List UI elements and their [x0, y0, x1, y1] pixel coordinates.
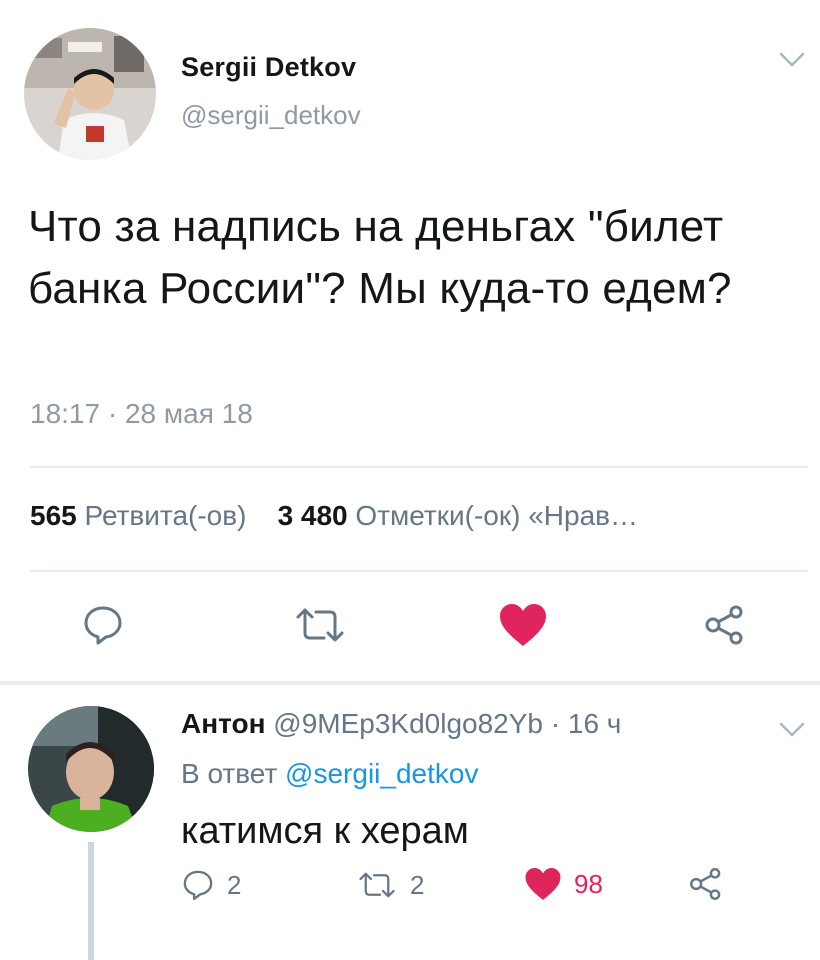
chevron-down-icon[interactable] — [778, 720, 806, 745]
reply-retweet-button[interactable]: 2 — [356, 868, 424, 902]
retweet-button[interactable] — [290, 600, 350, 650]
tweet-stats: 565 Ретвита(-ов) 3 480 Отметки(-ок) «Нра… — [30, 500, 790, 532]
reply-author-avatar[interactable] — [28, 706, 154, 832]
divider — [30, 570, 808, 572]
chevron-down-icon[interactable] — [778, 50, 806, 75]
reply-text: катимся к херам — [181, 810, 469, 852]
reply-likes-count: 98 — [574, 868, 603, 899]
reply-author-name[interactable]: Антон — [181, 708, 266, 739]
tweet-text: Что за надпись на деньгах "билет банка Р… — [28, 202, 732, 313]
author-handle[interactable]: @sergii_detkov — [181, 100, 361, 131]
divider — [30, 466, 808, 468]
reply-like-button[interactable]: 98 — [524, 866, 603, 902]
reply-to-prefix: В ответ — [181, 758, 278, 789]
reply-share-button[interactable] — [688, 866, 724, 907]
author-avatar[interactable] — [24, 28, 156, 160]
reply-header: Антон @9MEp3Kd0lgo82Yb · 16 ч — [181, 708, 621, 740]
likes-count[interactable]: 3 480 — [278, 500, 348, 531]
share-button[interactable] — [700, 600, 750, 650]
reply-replies-count: 2 — [227, 869, 242, 900]
like-button[interactable] — [496, 598, 550, 652]
retweet-arrows-icon — [359, 872, 395, 898]
reply-button[interactable] — [78, 600, 128, 650]
speech-bubble-icon — [84, 606, 122, 645]
thread-line — [88, 842, 94, 960]
likes-label[interactable]: Отметки(-ок) — [355, 500, 520, 531]
reply-meta[interactable]: @9MEp3Kd0lgo82Yb · 16 ч — [273, 708, 621, 739]
share-icon — [690, 868, 721, 900]
tweet-timestamp[interactable]: 18:17 · 28 мая 18 — [30, 398, 253, 430]
heart-icon — [500, 604, 546, 646]
retweets-count[interactable]: 565 — [30, 500, 77, 531]
author-name[interactable]: Sergii Detkov — [181, 52, 356, 83]
retweets-label[interactable]: Ретвита(-ов) — [85, 500, 247, 531]
retweet-arrows-icon — [296, 608, 344, 642]
more-label[interactable]: «Нрав… — [528, 500, 638, 531]
reply-reply-button[interactable]: 2 — [181, 868, 241, 902]
heart-icon — [525, 868, 561, 900]
speech-bubble-icon — [183, 870, 213, 901]
share-icon — [705, 605, 743, 645]
reply-to-line: В ответ @sergii_detkov — [181, 758, 478, 790]
reply-to-handle-link[interactable]: @sergii_detkov — [285, 758, 478, 789]
reply-retweets-count: 2 — [410, 869, 425, 900]
section-divider — [0, 681, 820, 685]
